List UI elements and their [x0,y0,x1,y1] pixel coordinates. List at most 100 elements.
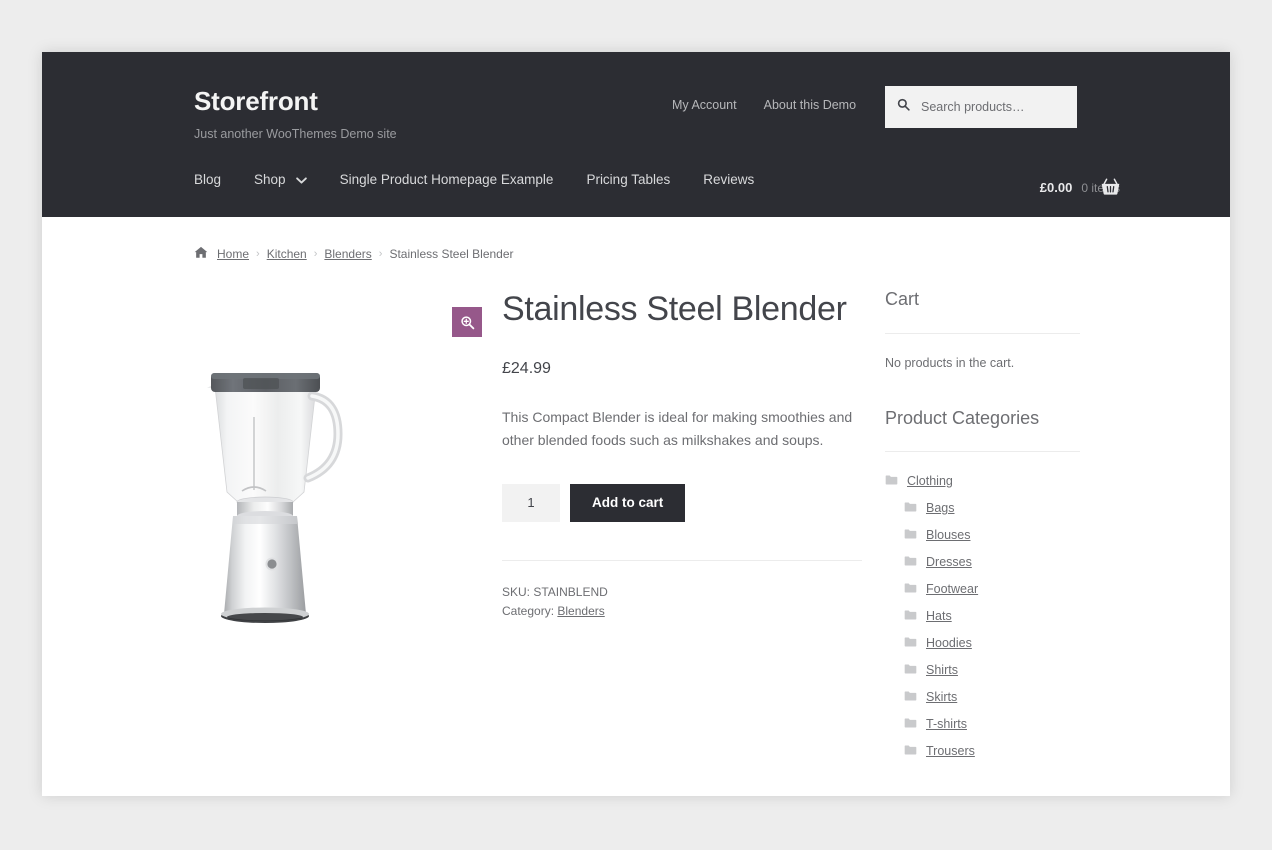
category-link-footwear[interactable]: Footwear [904,582,1080,596]
category-link-skirts[interactable]: Skirts [904,690,1080,704]
list-item: Shirts [885,663,1080,677]
widget-cart: Cart No products in the cart. [885,289,1080,370]
nav-item-pricing-tables[interactable]: Pricing Tables [586,172,670,187]
folder-icon [904,555,917,569]
list-item: Clothing [885,474,1080,488]
secondary-navigation: My Account About this Demo [672,98,856,112]
nav-item-label: Reviews [703,172,755,187]
nav-item-label: Pricing Tables [586,172,671,187]
category-label: Hats [926,609,952,624]
breadcrumb: Home › Kitchen › Blenders › Stainless St… [194,246,514,262]
breadcrumb-link-blenders[interactable]: Blenders [324,247,371,261]
category-link-dresses[interactable]: Dresses [904,555,1080,569]
search-input[interactable] [919,99,1065,115]
sidebar: Cart No products in the cart. Product Ca… [885,289,1080,796]
search-icon [897,98,910,116]
category-label: Blouses [926,528,971,543]
category-label: Skirts [926,690,958,705]
nav-link-my-account[interactable]: My Account [672,98,737,112]
folder-icon [904,582,917,596]
category-label: Footwear [926,582,979,597]
category-label: Hoodies [926,636,972,651]
folder-icon [904,663,917,677]
list-item: Blouses [885,528,1080,542]
product-summary: Stainless Steel Blender £24.99 This Comp… [502,289,862,620]
cart-total-amount: £0.00 [1039,180,1073,195]
breadcrumb-link-home[interactable]: Home [217,247,249,261]
site-branding: Storefront Just another WooThemes Demo s… [194,86,397,142]
list-item: Bags [885,501,1080,515]
list-item: Dresses [885,555,1080,569]
folder-icon [904,690,917,704]
folder-icon [904,609,917,623]
list-item: Footwear [885,582,1080,596]
breadcrumb-separator: › [378,248,383,260]
category-label: T-shirts [926,717,967,732]
category-link-trousers[interactable]: Trousers [904,744,1080,758]
folder-icon [885,474,898,488]
breadcrumb-current: Stainless Steel Blender [389,247,514,261]
product-category-list: Clothing Bags Blouses Dresses Footwear H… [885,474,1080,758]
nav-link-about-this-demo[interactable]: About this Demo [764,98,856,112]
add-to-cart-button[interactable]: Add to cart [570,483,686,522]
site-title[interactable]: Storefront [194,86,397,117]
product-description: This Compact Blender is ideal for making… [502,408,853,448]
category-link-hoodies[interactable]: Hoodies [904,636,1080,650]
list-item: Skirts [885,690,1080,704]
site-description: Just another WooThemes Demo site [194,127,397,142]
cart-empty-message: No products in the cart. [885,355,1015,370]
category-link-clothing[interactable]: Clothing [885,474,1080,488]
product-image[interactable] [186,352,386,657]
site-container: Storefront Just another WooThemes Demo s… [42,52,1230,796]
site-header: Storefront Just another WooThemes Demo s… [42,52,1230,217]
folder-icon [904,717,917,731]
nav-item-blog[interactable]: Blog [194,172,221,187]
product-gallery [152,307,482,667]
folder-icon [904,501,917,515]
widget-title-product-categories: Product Categories [885,408,1080,453]
folder-icon [904,744,917,758]
category-link-blouses[interactable]: Blouses [904,528,1080,542]
folder-icon [904,528,917,542]
nav-item-label: Shop [254,172,286,187]
nav-item-reviews[interactable]: Reviews [703,172,754,187]
nav-item-single-product-homepage-example[interactable]: Single Product Homepage Example [340,172,554,187]
product-category-line: Category: Blenders [502,602,862,621]
category-label: Shirts [926,663,958,678]
list-item: Hoodies [885,636,1080,650]
category-link-t-shirts[interactable]: T-shirts [904,717,1080,731]
quantity-input[interactable] [502,483,560,522]
widget-product-categories: Product Categories Clothing Bags Blouses… [885,408,1080,758]
basket-icon[interactable] [1101,178,1120,201]
product-category-link[interactable]: Blenders [557,604,604,618]
breadcrumb-separator: › [256,248,260,260]
category-link-bags[interactable]: Bags [904,501,1080,515]
product-sku: SKU: STAINBLEND [502,584,608,599]
list-item: Trousers [885,744,1080,758]
category-label: Bags [926,501,955,516]
breadcrumb-link-kitchen[interactable]: Kitchen [267,247,307,261]
home-icon [194,246,208,262]
add-to-cart-form: Add to cart [502,483,862,522]
chevron-down-icon[interactable] [295,172,307,187]
category-label: Clothing [907,474,953,489]
folder-icon [904,636,917,650]
list-item: T-shirts [885,717,1080,731]
product-price: £24.99 [502,359,551,377]
primary-navigation: Blog Shop Single Product Homepage Exampl… [194,172,787,187]
breadcrumb-separator: › [313,248,318,260]
nav-item-label: Blog [194,172,222,187]
category-link-shirts[interactable]: Shirts [904,663,1080,677]
list-item: Hats [885,609,1080,623]
widget-title-cart: Cart [885,289,1080,334]
category-label: Trousers [926,744,975,759]
product-search-form[interactable] [885,86,1077,128]
nav-item-label: Single Product Homepage Example [339,172,554,187]
product-meta: SKU: STAINBLEND Category: Blenders [502,559,862,621]
magnify-plus-icon-button[interactable] [452,307,482,337]
category-link-hats[interactable]: Hats [904,609,1080,623]
product-category-label: Category: [502,603,555,618]
page-title: Stainless Steel Blender [502,290,847,328]
category-label: Dresses [926,555,972,570]
nav-item-shop[interactable]: Shop [254,172,307,187]
